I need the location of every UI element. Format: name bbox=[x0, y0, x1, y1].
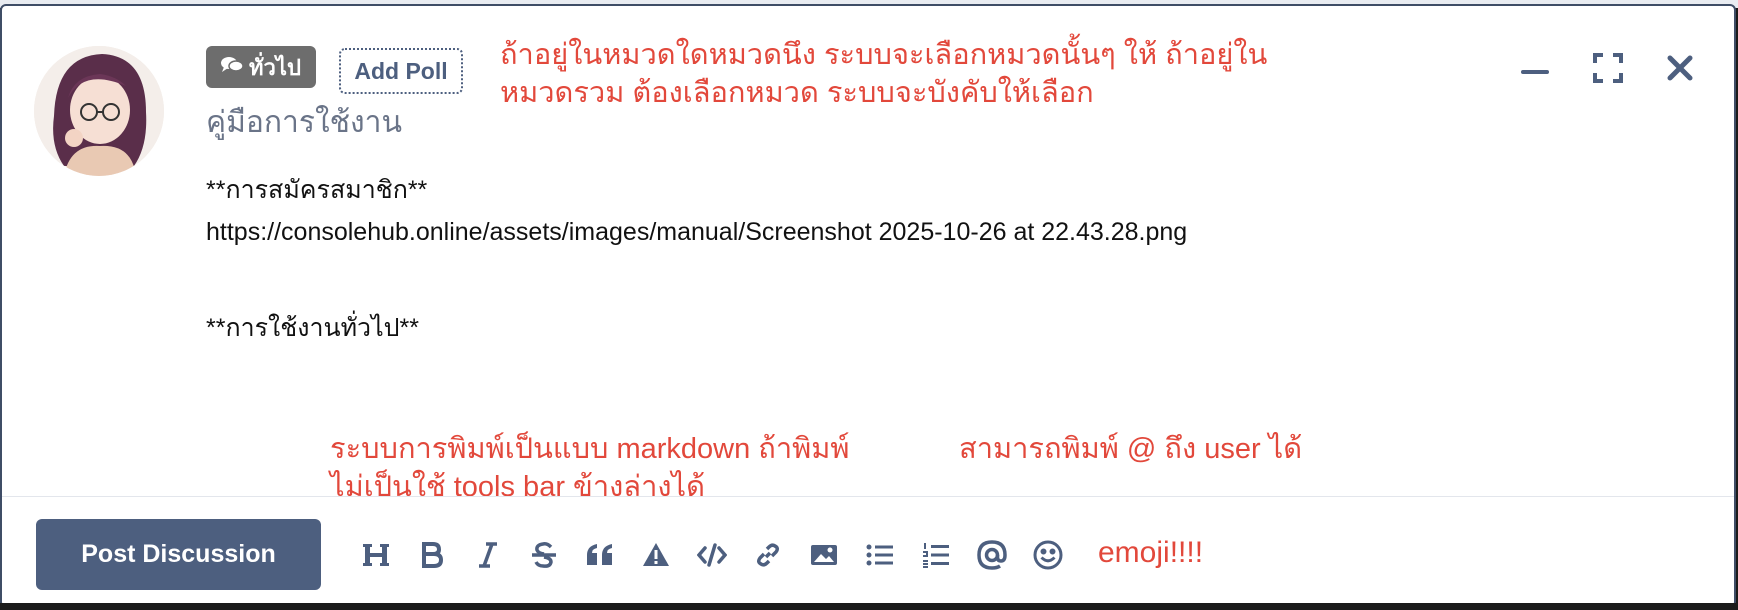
bold-icon bbox=[421, 542, 443, 568]
annotation-category-note: ถ้าอยู่ในหมวดใดหมวดนึง ระบบจะเลือกหมวดนั… bbox=[500, 36, 1267, 112]
spoiler-icon bbox=[642, 542, 670, 568]
link-icon bbox=[755, 542, 781, 568]
tag-label: ทั่วไป bbox=[249, 55, 301, 81]
mention-icon bbox=[977, 540, 1007, 570]
bold-button[interactable] bbox=[404, 530, 460, 580]
italic-icon bbox=[478, 542, 498, 568]
tag-badge[interactable]: ทั่วไป bbox=[206, 46, 316, 88]
body-line: **การสมัครสมาชิก** bbox=[206, 176, 428, 204]
annotation-emoji-note: emoji!!!! bbox=[1098, 536, 1204, 569]
annotation-mention-note: สามารถพิมพ์ @ ถึง user ได้ bbox=[959, 433, 1303, 465]
ordered-list-button[interactable] bbox=[908, 530, 964, 580]
discussion-title-input[interactable]: คู่มือการใช้งาน bbox=[206, 99, 402, 146]
heading-icon bbox=[363, 542, 389, 568]
footer-divider bbox=[2, 496, 1734, 497]
annotation-markdown-line1: ระบบการพิมพ์เป็นแบบ markdown ถ้าพิมพ์ bbox=[330, 433, 850, 465]
body-line: https://consolehub.online/assets/images/… bbox=[206, 218, 1188, 246]
minimize-icon bbox=[1521, 61, 1551, 80]
add-poll-button[interactable]: Add Poll bbox=[339, 48, 463, 94]
add-poll-label: Add Poll bbox=[354, 57, 448, 84]
fullscreen-icon bbox=[1593, 53, 1623, 87]
spoiler-button[interactable] bbox=[628, 530, 684, 580]
image-icon bbox=[810, 543, 838, 567]
strikethrough-button[interactable] bbox=[516, 530, 572, 580]
comments-icon bbox=[221, 55, 244, 80]
avatar bbox=[34, 46, 164, 176]
emoji-icon bbox=[1033, 540, 1063, 570]
body-line: **การใช้งานทั่วไป** bbox=[206, 314, 419, 342]
link-button[interactable] bbox=[740, 530, 796, 580]
composer-panel: ทั่วไป Add Poll คู่มือการใช้งาน ถ้าอยู่ใ… bbox=[0, 4, 1736, 608]
bullet-list-button[interactable] bbox=[852, 530, 908, 580]
image-button[interactable] bbox=[796, 530, 852, 580]
post-discussion-button[interactable]: Post Discussion bbox=[36, 519, 321, 590]
ordered-list-icon bbox=[922, 542, 950, 568]
italic-button[interactable] bbox=[460, 530, 516, 580]
strikethrough-icon bbox=[531, 542, 557, 568]
close-icon bbox=[1667, 55, 1693, 85]
background-strip-bottom bbox=[0, 603, 1738, 610]
quote-button[interactable] bbox=[572, 530, 628, 580]
annotation-markdown-line2: ไม่เป็นใช้ tools bar ข้างล่างได้ bbox=[330, 471, 705, 503]
close-button[interactable] bbox=[1660, 50, 1700, 90]
heading-button[interactable] bbox=[348, 530, 404, 580]
code-button[interactable] bbox=[684, 530, 740, 580]
emoji-button[interactable] bbox=[1020, 530, 1076, 580]
quote-icon bbox=[586, 543, 614, 567]
markdown-toolbar bbox=[348, 530, 1076, 580]
annotation-markdown-note: ระบบการพิมพ์เป็นแบบ markdown ถ้าพิมพ์ ไม… bbox=[330, 430, 849, 506]
code-icon bbox=[697, 543, 727, 567]
mention-button[interactable] bbox=[964, 530, 1020, 580]
annotation-category-line2: หมวดรวม ต้องเลือกหมวด ระบบจะบังคับให้เลื… bbox=[500, 77, 1094, 109]
annotation-category-line1: ถ้าอยู่ในหมวดใดหมวดนึง ระบบจะเลือกหมวดนั… bbox=[500, 39, 1268, 71]
fullscreen-button[interactable] bbox=[1588, 50, 1628, 90]
minimize-button[interactable] bbox=[1516, 50, 1556, 90]
bullet-list-icon bbox=[866, 543, 894, 567]
